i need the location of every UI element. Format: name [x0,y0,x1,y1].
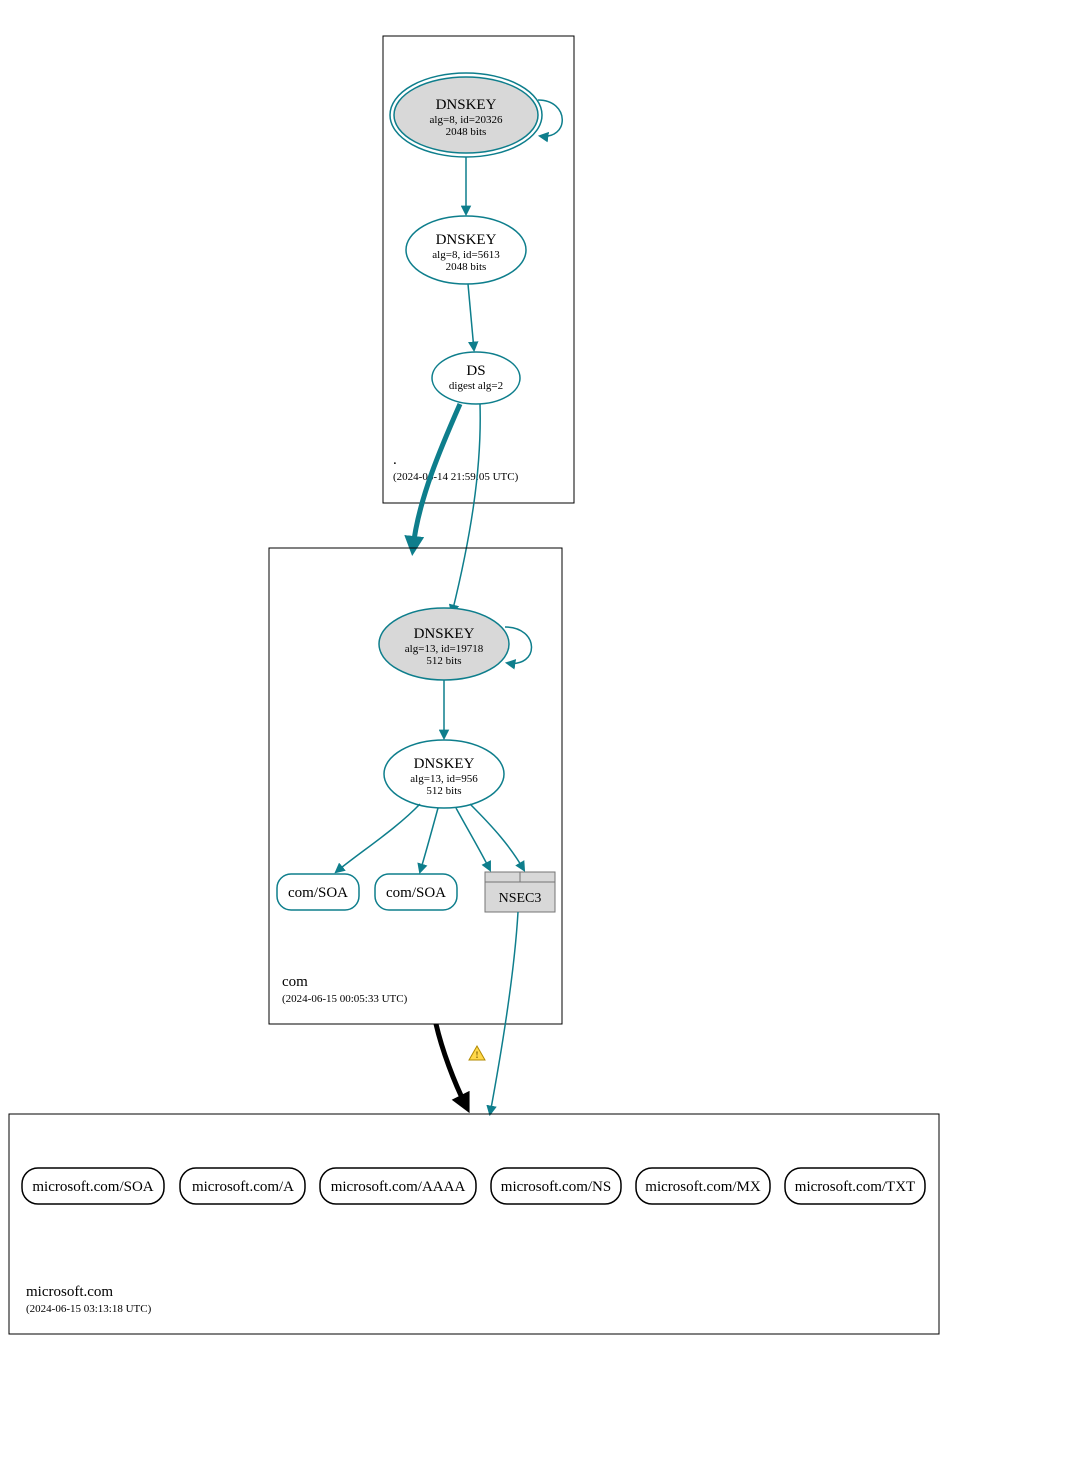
com-zsk-line1: alg=13, id=956 [410,773,478,785]
node-root-zsk: DNSKEY alg=8, id=5613 2048 bits [406,216,526,284]
node-com-zsk: DNSKEY alg=13, id=956 512 bits [384,740,504,808]
svg-text:!: ! [476,1050,479,1060]
com-ksk-title: DNSKEY [414,626,475,642]
com-soa1-title: com/SOA [288,885,348,901]
zone-ms-name: microsoft.com [26,1284,113,1300]
node-com-soa1: com/SOA [277,874,359,910]
warning-icon: ! [469,1046,485,1060]
root-zsk-line1: alg=8, id=5613 [432,249,500,261]
zone-microsoft: microsoft.com/SOA microsoft.com/A micros… [9,1114,939,1334]
node-com-nsec3: NSEC3 [485,872,555,912]
ms-rec-2: microsoft.com/AAAA [331,1179,466,1195]
ms-rec-5: microsoft.com/TXT [795,1179,915,1195]
zone-root-name: . [393,452,397,468]
dnssec-graph: DNSKEY alg=8, id=20326 2048 bits DNSKEY … [0,0,1087,1473]
ms-rec-4: microsoft.com/MX [645,1179,761,1195]
node-ms-mx: microsoft.com/MX [636,1168,770,1204]
node-ms-aaaa: microsoft.com/AAAA [320,1168,476,1204]
com-ksk-line2: 512 bits [426,655,461,667]
node-com-ksk: DNSKEY alg=13, id=19718 512 bits [379,608,509,680]
edge-com-zsk-soa1 [336,804,420,872]
root-ds-title: DS [466,363,485,379]
node-ms-ns: microsoft.com/NS [491,1168,621,1204]
root-zsk-title: DNSKEY [436,232,497,248]
edge-ds-to-com-ksk [452,404,480,613]
edge-com-zsk-soa2 [420,808,438,872]
node-ms-soa: microsoft.com/SOA [22,1168,164,1204]
ms-rec-1: microsoft.com/A [192,1179,294,1195]
com-nsec3-title: NSEC3 [499,891,542,906]
node-ms-a: microsoft.com/A [180,1168,305,1204]
com-zsk-line2: 512 bits [426,785,461,797]
com-soa2-title: com/SOA [386,885,446,901]
root-ksk-line1: alg=8, id=20326 [430,114,503,126]
zone-com: DNSKEY alg=13, id=19718 512 bits DNSKEY … [269,548,562,1024]
node-root-ksk: DNSKEY alg=8, id=20326 2048 bits [390,73,542,157]
com-ksk-line1: alg=13, id=19718 [405,643,484,655]
edge-com-to-microsoft [436,1024,466,1106]
zone-root: DNSKEY alg=8, id=20326 2048 bits DNSKEY … [383,36,574,503]
ms-rec-3: microsoft.com/NS [501,1179,611,1195]
zone-root-ts: (2024-06-14 21:59:05 UTC) [393,471,519,483]
edge-root-zsk-ds [468,284,474,350]
node-root-ds: DS digest alg=2 [432,352,520,404]
zone-ms-ts: (2024-06-15 03:13:18 UTC) [26,1303,152,1315]
edge-com-zsk-nsec3a [456,808,490,870]
zone-com-ts: (2024-06-15 00:05:33 UTC) [282,993,408,1005]
node-com-soa2: com/SOA [375,874,457,910]
root-ksk-title: DNSKEY [436,97,497,113]
com-zsk-title: DNSKEY [414,756,475,772]
root-ds-line1: digest alg=2 [449,380,503,392]
root-zsk-line2: 2048 bits [446,261,487,273]
ms-rec-0: microsoft.com/SOA [32,1179,153,1195]
edge-com-zsk-nsec3b [470,804,524,870]
edge-nsec3-to-microsoft [490,912,518,1114]
zone-com-name: com [282,974,308,990]
node-ms-txt: microsoft.com/TXT [785,1168,925,1204]
root-ksk-line2: 2048 bits [446,126,487,138]
